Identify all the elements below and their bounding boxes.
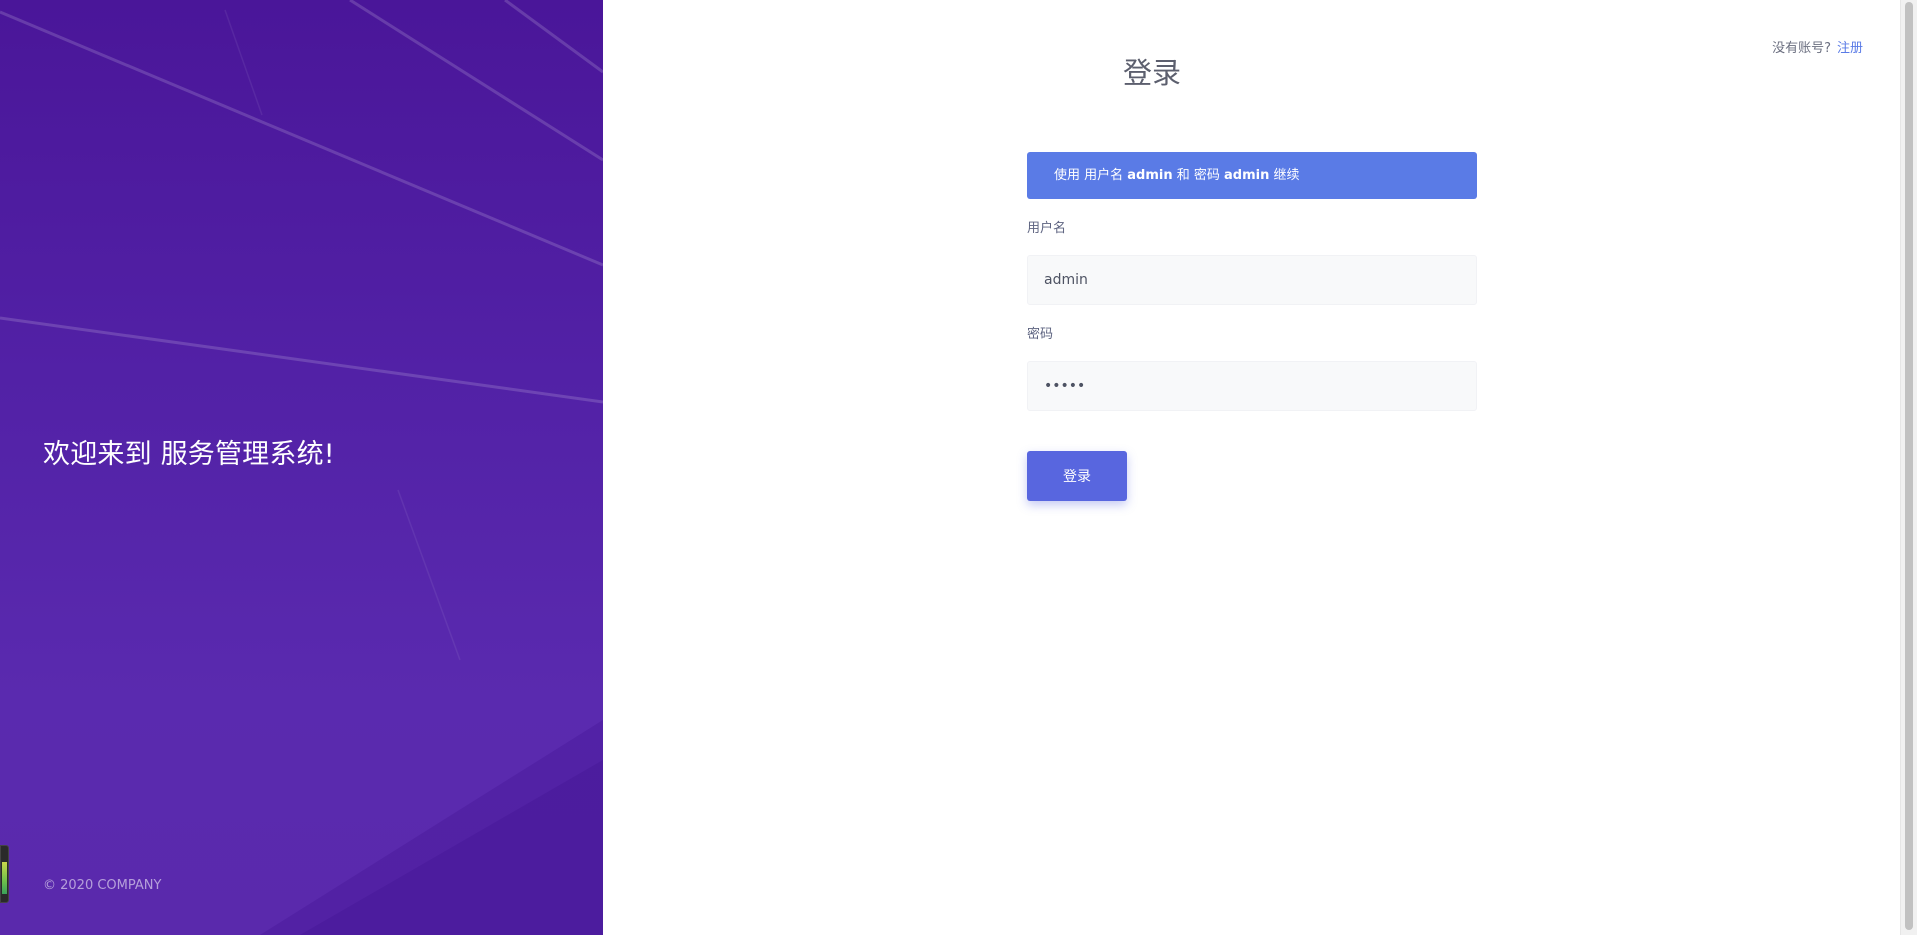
scrollbar-thumb[interactable]	[1905, 2, 1913, 930]
password-input[interactable]	[1027, 361, 1477, 411]
login-page: 欢迎来到 服务管理系统! © 2020 COMPANY 没有账号? 注册 登录 使…	[0, 0, 1917, 935]
login-button[interactable]: 登录	[1027, 451, 1127, 501]
level-bar	[2, 862, 7, 894]
login-form: 使用 用户名 admin 和 密码 admin 继续 用户名 密码 登录	[1027, 152, 1477, 501]
register-prompt: 没有账号? 注册	[1772, 37, 1863, 56]
alert-prefix: 使用 用户名	[1054, 168, 1128, 183]
login-title: 登录	[1122, 56, 1181, 90]
welcome-heading: 欢迎来到 服务管理系统!	[43, 439, 335, 470]
alert-middle: 和 密码	[1172, 168, 1225, 183]
alert-username: admin	[1127, 168, 1173, 183]
username-label: 用户名	[1027, 221, 1067, 236]
alert-suffix: 继续	[1269, 168, 1300, 183]
alert-password: admin	[1224, 168, 1270, 183]
register-link[interactable]: 注册	[1837, 41, 1863, 56]
hero-panel: 欢迎来到 服务管理系统! © 2020 COMPANY	[0, 0, 603, 935]
page-scrollbar[interactable]	[1900, 0, 1917, 935]
username-input[interactable]	[1027, 255, 1477, 305]
credentials-hint-alert: 使用 用户名 admin 和 密码 admin 继续	[1027, 152, 1477, 199]
password-label: 密码	[1027, 327, 1054, 342]
side-widget[interactable]	[0, 845, 9, 903]
no-account-text: 没有账号?	[1772, 41, 1831, 56]
copyright-text: © 2020 COMPANY	[43, 878, 162, 893]
